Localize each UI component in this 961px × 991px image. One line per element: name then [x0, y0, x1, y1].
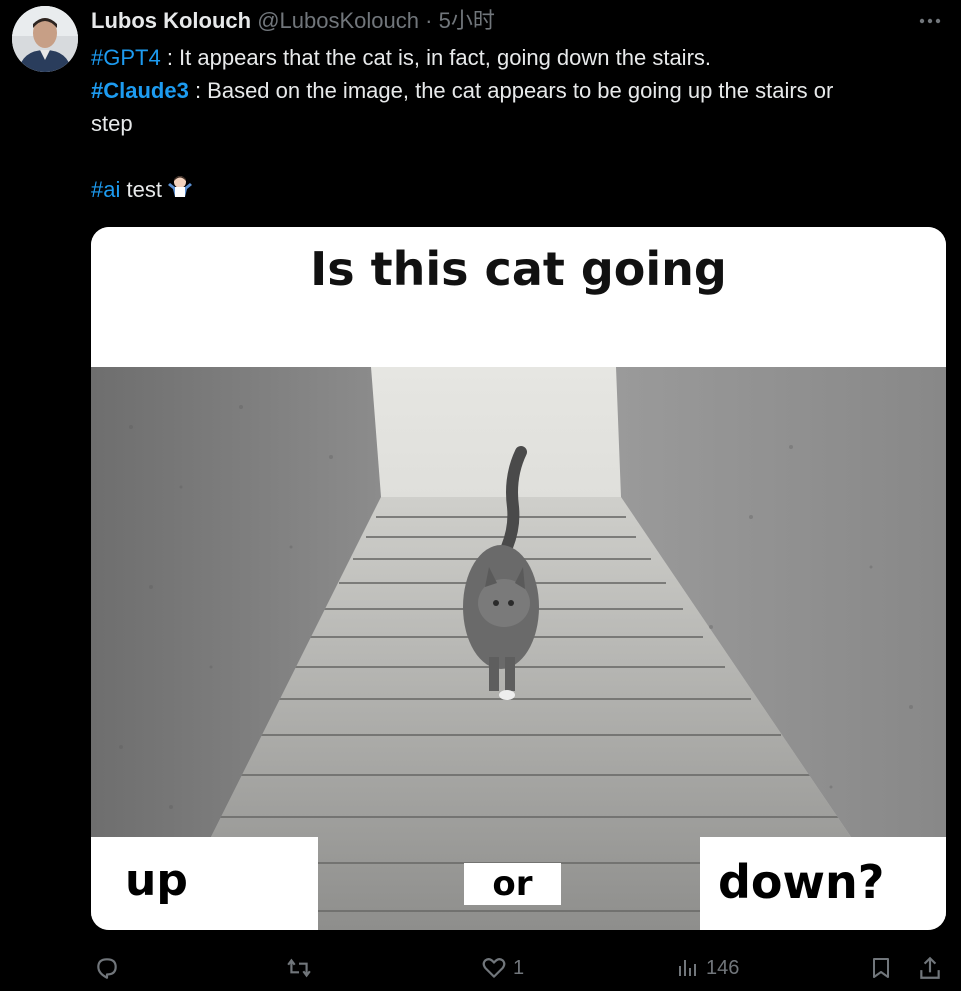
person-shrugging-emoji [166, 175, 194, 210]
gpt4-line: #GPT4 : It appears that the cat is, in f… [91, 41, 951, 74]
author-handle[interactable]: @LubosKolouch [257, 8, 419, 33]
label-down: down? [700, 837, 946, 930]
author-name[interactable]: Lubos Kolouch [91, 8, 251, 33]
reply-button[interactable] [94, 952, 120, 984]
post-time[interactable]: 5小时 [439, 8, 495, 33]
tweet-text: #GPT4 : It appears that the cat is, in f… [91, 41, 951, 210]
like-count: 1 [513, 956, 525, 979]
ai-text: test [120, 177, 162, 202]
tweet: Lubos Kolouch @LubosKolouch · 5小时 #GPT4 … [0, 0, 961, 991]
bookmark-icon [873, 958, 889, 978]
action-bar: 1 146 [0, 946, 961, 990]
share-button[interactable] [917, 952, 943, 984]
ai-line: #ai test [91, 173, 951, 210]
gpt4-text: : It appears that the cat is, in fact, g… [160, 45, 712, 70]
claude3-text-line1: : Based on the image, the cat appears to… [188, 78, 834, 103]
claude3-line: #Claude3 : Based on the image, the cat a… [91, 74, 951, 107]
share-icon [920, 956, 940, 979]
hashtag-ai[interactable]: #ai [91, 177, 120, 202]
heart-icon [482, 958, 506, 978]
label-or: or [464, 863, 561, 905]
like-button[interactable]: 1 [481, 952, 524, 984]
analytics-icon [679, 960, 696, 976]
hashtag-claude3[interactable]: #Claude3 [91, 78, 189, 103]
meme-title: Is this cat going [91, 227, 946, 367]
claude3-text-line2: step [91, 111, 133, 136]
reply-icon [97, 958, 117, 979]
tweet-header: Lubos Kolouch @LubosKolouch · 5小时 [91, 6, 495, 36]
tweet-image[interactable]: Is this cat going up or down? [91, 227, 946, 930]
separator-dot: · [425, 8, 433, 33]
views-button[interactable]: 146 [676, 952, 739, 984]
views-count: 146 [706, 956, 740, 979]
retweet-icon [287, 958, 311, 978]
retweet-button[interactable] [285, 952, 313, 984]
bookmark-button[interactable] [869, 952, 893, 984]
hashtag-gpt4[interactable]: #GPT4 [91, 45, 161, 70]
more-options-icon[interactable] [917, 8, 943, 34]
avatar[interactable] [12, 6, 78, 72]
label-up: up [91, 837, 318, 930]
